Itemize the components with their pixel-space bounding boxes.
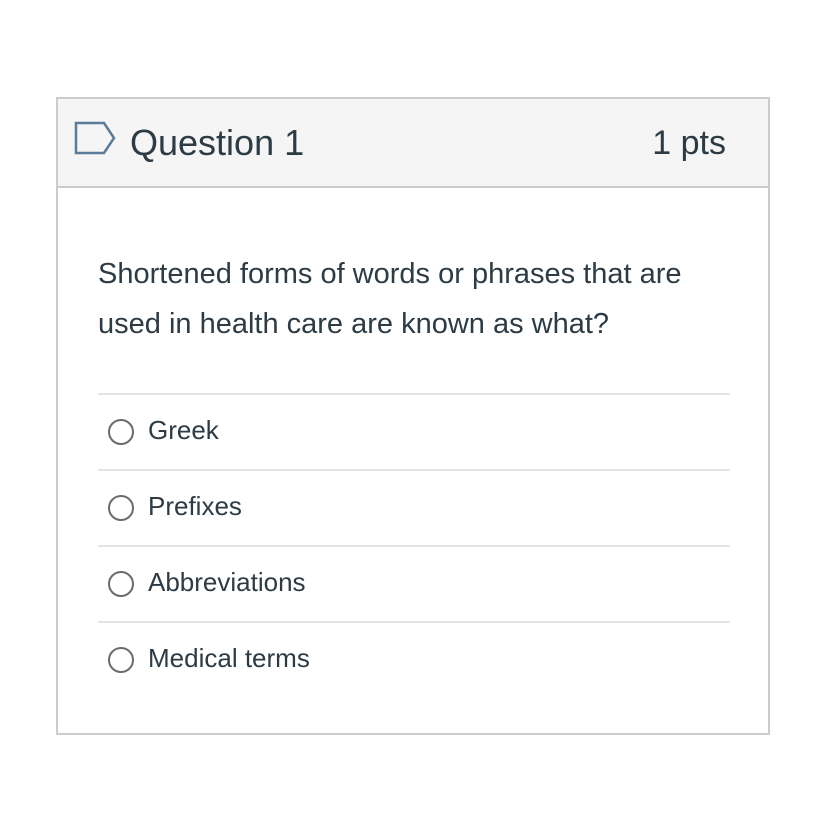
answer-option[interactable]: Medical terms: [98, 621, 730, 697]
question-title: Question 1: [130, 122, 305, 163]
answer-label: Prefixes: [148, 491, 242, 521]
answer-list: Greek Prefixes Abbreviations Medical ter…: [98, 393, 730, 697]
radio-button[interactable]: [108, 571, 134, 597]
answer-option[interactable]: Abbreviations: [98, 545, 730, 621]
answer-label: Abbreviations: [148, 567, 306, 597]
answer-label: Medical terms: [148, 643, 310, 673]
answer-label: Greek: [148, 415, 219, 445]
answer-option[interactable]: Greek: [98, 393, 730, 469]
question-points: 1 pts: [652, 124, 726, 162]
answer-option[interactable]: Prefixes: [98, 469, 730, 545]
radio-button[interactable]: [108, 419, 134, 445]
flag-icon[interactable]: [74, 121, 116, 155]
radio-button[interactable]: [108, 647, 134, 673]
radio-button[interactable]: [108, 495, 134, 521]
question-text: Shortened forms of words or phrases that…: [98, 258, 682, 340]
question-header: Question 1 1 pts: [58, 99, 768, 188]
question-card: Question 1 1 pts Shortened forms of word…: [56, 97, 770, 735]
